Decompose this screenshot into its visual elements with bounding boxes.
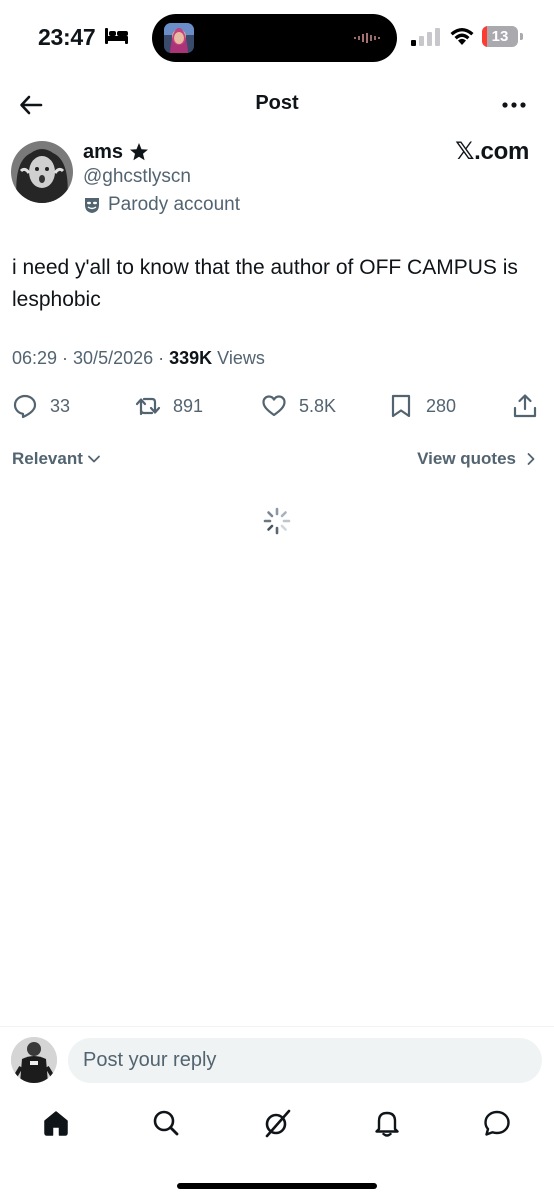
battery-level-text: 13 (491, 28, 509, 45)
like-button[interactable]: 5.8K (261, 388, 336, 424)
author-name: ams (83, 140, 124, 163)
tab-grok[interactable] (262, 1108, 292, 1138)
reply-input[interactable] (68, 1038, 542, 1083)
view-quotes-link[interactable]: View quotes (417, 449, 538, 469)
home-icon (44, 1111, 68, 1136)
reply-icon (13, 394, 37, 419)
current-user-avatar[interactable] (11, 1037, 57, 1083)
share-button[interactable] (512, 388, 538, 424)
notifications-icon (375, 1111, 399, 1137)
messages-icon (484, 1110, 510, 1136)
parody-label: Parody account (83, 193, 240, 217)
audio-waveform-icon (354, 33, 380, 43)
post-meta: 06:29 · 30/5/2026 · 339K Views (12, 348, 265, 369)
repost-count: 891 (173, 395, 204, 416)
author-avatar[interactable] (11, 141, 73, 203)
more-options-icon[interactable] (502, 102, 526, 108)
battery-indicator: 13 (482, 26, 524, 47)
bottom-navigation (0, 1100, 554, 1150)
home-indicator[interactable] (177, 1183, 377, 1189)
post-text: i need y'all to know that the author of … (12, 256, 518, 311)
repost-button[interactable]: 891 (135, 388, 203, 424)
sort-label: Relevant (12, 449, 83, 468)
sleep-bed-icon (105, 28, 128, 44)
like-count: 5.8K (299, 395, 337, 416)
tab-search[interactable] (151, 1108, 181, 1138)
author-name-row[interactable]: ams (83, 139, 149, 165)
chevron-down-icon (87, 455, 100, 463)
status-bar: 23:47 13 (0, 0, 554, 76)
parody-account-text: Parody account (108, 194, 241, 215)
grok-icon (265, 1109, 291, 1138)
bookmark-icon (391, 394, 411, 418)
x-com-watermark: 𝕏.com (455, 138, 529, 165)
star-icon (130, 143, 149, 161)
tab-home[interactable] (41, 1108, 71, 1138)
post-timestamp[interactable]: 06:29 · 30/5/2026 · (12, 348, 169, 368)
cellular-signal-icon (411, 28, 440, 46)
loading-spinner-icon (263, 507, 291, 535)
bookmark-count: 280 (426, 395, 457, 416)
views-count: 339K (169, 348, 213, 368)
battery-body: 13 (482, 26, 518, 47)
view-quotes-label: View quotes (417, 449, 516, 468)
bookmark-button[interactable]: 280 (388, 388, 456, 424)
post-actions: 33 891 5.8K 280 (0, 388, 554, 424)
tab-notifications[interactable] (372, 1108, 402, 1138)
author-handle[interactable]: @ghcstlyscn (83, 166, 191, 188)
repost-icon (135, 397, 161, 416)
views-label: Views (212, 348, 265, 368)
heart-icon (262, 395, 286, 417)
tab-messages[interactable] (482, 1108, 512, 1138)
parody-mask-icon (85, 198, 99, 213)
battery-cap (520, 33, 523, 40)
search-icon (153, 1110, 179, 1136)
status-time: 23:47 (38, 24, 96, 50)
reply-count: 33 (50, 395, 71, 416)
chevron-right-icon (527, 453, 535, 465)
replies-sort-row: Relevant View quotes (0, 446, 554, 474)
reply-composer (0, 1026, 554, 1096)
sort-relevant-dropdown[interactable]: Relevant (12, 449, 101, 469)
page-title: Post (255, 92, 299, 114)
wifi-icon (450, 28, 474, 45)
dynamic-island[interactable] (152, 14, 397, 62)
now-playing-artwork (164, 23, 194, 53)
post-header: Post (0, 78, 554, 132)
share-icon (513, 394, 537, 418)
reply-button[interactable]: 33 (12, 388, 70, 424)
